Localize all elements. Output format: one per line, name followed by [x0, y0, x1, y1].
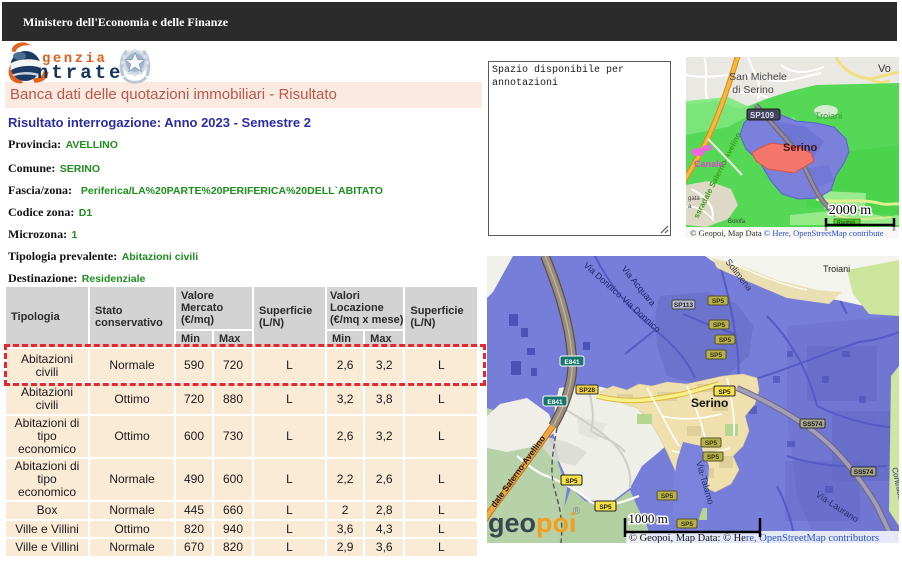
svg-text:E841: E841	[564, 359, 580, 366]
svg-text:SP5: SP5	[599, 504, 612, 511]
svg-text:gata: gata	[688, 196, 700, 202]
svg-text:SP5: SP5	[710, 352, 723, 359]
svg-text:2000 m: 2000 m	[829, 203, 872, 218]
svg-text:© Geopoi, Map Data © Here, Ope: © Geopoi, Map Data © Here, OpenStreetMap…	[690, 228, 884, 238]
svg-text:Canale: Canale	[694, 159, 724, 169]
svg-text:SP5: SP5	[719, 337, 732, 344]
svg-text:Serino: Serino	[783, 142, 818, 154]
svg-text:SP5: SP5	[705, 440, 718, 447]
svg-text:SP28: SP28	[579, 387, 595, 394]
svg-text:SS574: SS574	[854, 469, 874, 476]
svg-text:Troiani: Troiani	[815, 111, 842, 121]
svg-text:geopoi: geopoi	[488, 508, 577, 538]
svg-text:E841: E841	[547, 399, 563, 406]
svg-text:SP109: SP109	[750, 111, 775, 120]
svg-text:SP5: SP5	[707, 454, 720, 461]
svg-text:SP5: SP5	[712, 298, 725, 305]
svg-text:1000 m: 1000 m	[628, 511, 667, 526]
svg-text:di Serino: di Serino	[732, 84, 774, 96]
svg-text:SS574: SS574	[803, 421, 823, 428]
svg-text:SP5: SP5	[718, 389, 731, 396]
svg-text:SP113: SP113	[674, 302, 694, 309]
svg-text:®: ®	[573, 506, 581, 517]
svg-text:San Michele: San Michele	[729, 71, 787, 83]
svg-text:Troiani: Troiani	[823, 264, 850, 274]
svg-text:Serino: Serino	[691, 396, 728, 410]
svg-text:SP5: SP5	[661, 493, 674, 500]
svg-text:Bolofa: Bolofa	[728, 219, 746, 225]
svg-text:SP5: SP5	[681, 521, 694, 528]
svg-text:SP5: SP5	[713, 322, 726, 329]
svg-text:© Geopoi, Map Data: © Here, Op: © Geopoi, Map Data: © Here, OpenStreetMa…	[629, 533, 879, 543]
svg-text:SP5: SP5	[565, 478, 578, 485]
svg-text:Vo: Vo	[878, 63, 891, 75]
